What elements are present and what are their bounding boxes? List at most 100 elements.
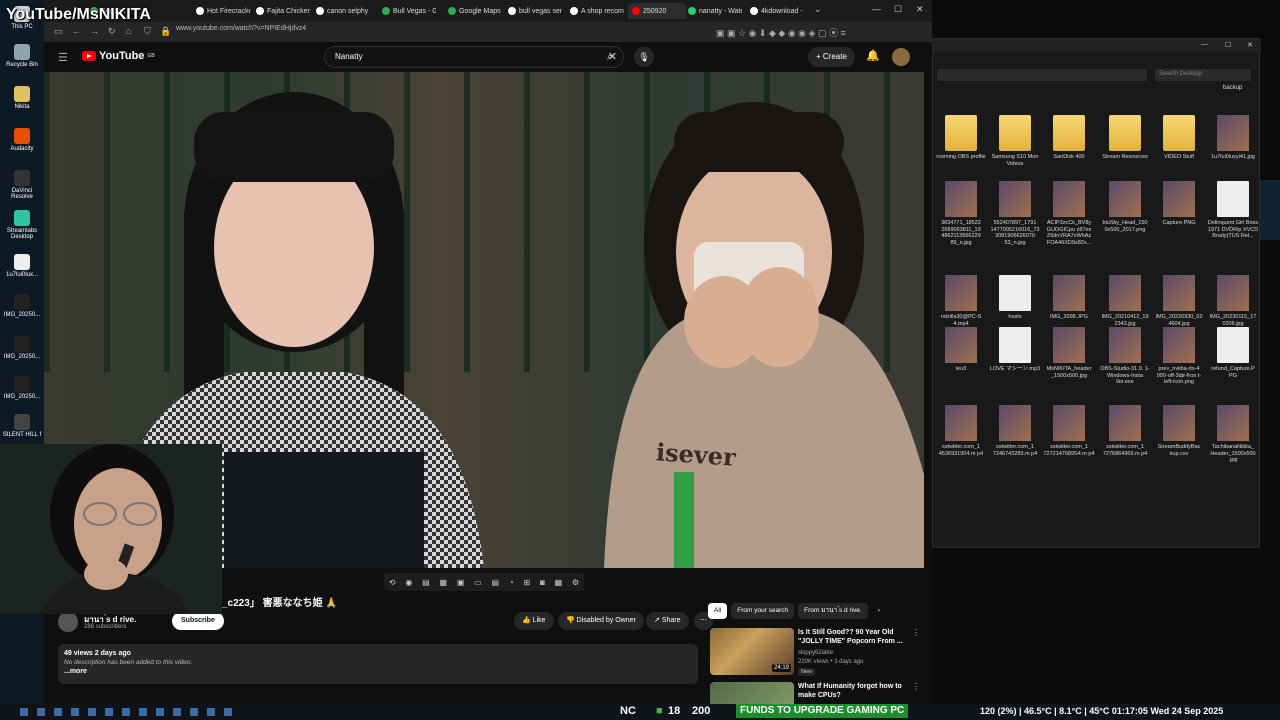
file-item[interactable]: IMG_20210412_19 2343.jpg (1099, 275, 1151, 327)
audio-icon[interactable]: ◉ (405, 578, 412, 587)
browser-tab[interactable]: canon selphy c (312, 3, 370, 19)
close-window-icon[interactable]: ✕ (916, 4, 924, 15)
chip-next-icon[interactable]: › (872, 603, 886, 619)
file-item[interactable]: ACIP3zcCk_BV8y GUOGICpu z87ex Z6dnVRA7xW… (1043, 181, 1095, 246)
kebab-menu-icon[interactable]: ⋮ (912, 628, 920, 637)
mic-icon[interactable]: 🎙 (634, 47, 654, 67)
chip-from-channel[interactable]: From มานา ́s d rive. (798, 603, 868, 619)
maximize-icon[interactable]: ☐ (1225, 41, 1231, 49)
menu-icon[interactable]: ☰ (58, 51, 68, 64)
app-icon[interactable] (37, 708, 45, 716)
kebab-menu-icon[interactable]: ⋮ (912, 682, 920, 691)
tool-icon[interactable]: ▤ (422, 578, 430, 587)
app-icon[interactable] (71, 708, 79, 716)
create-button[interactable]: + Create (808, 47, 855, 67)
desktop-icon[interactable]: Audacity (2, 128, 42, 152)
video-thumbnail[interactable] (710, 682, 794, 704)
app-icon[interactable] (122, 708, 130, 716)
browser-tab[interactable]: 250920 (628, 3, 686, 19)
app-icon[interactable] (156, 708, 164, 716)
explorer-path-bar[interactable] (937, 69, 1147, 81)
desktop-icon[interactable]: Streamlabs Desktop (2, 210, 42, 240)
app-icon[interactable] (20, 708, 28, 716)
desktop-icon[interactable]: IMG_20250... (2, 294, 42, 318)
reload-icon[interactable]: ↻ (108, 26, 116, 37)
file-item[interactable]: Samsung S10 Mon Videos (989, 115, 1041, 167)
file-item[interactable]: Stream Resources (1099, 115, 1151, 161)
tool-icon[interactable]: ⊞ (523, 578, 530, 587)
file-item[interactable]: Capture.PNG (1153, 181, 1205, 227)
file-item[interactable]: hosts (989, 275, 1041, 321)
file-item[interactable]: MsNIKITA_header _1500x500.jpg (1043, 327, 1095, 379)
tool-icon[interactable]: ▤ (492, 578, 500, 587)
browser-tab[interactable]: Bull Vegas - Gi (378, 3, 436, 19)
file-item[interactable]: VIDEO Stuff (1153, 115, 1205, 161)
file-item[interactable]: 1u7lui0luxyi41.jpg (1207, 115, 1259, 161)
browser-tab[interactable]: Fajita Chicken (252, 3, 310, 19)
description-box[interactable]: 49 views 2 days ago No description has b… (58, 644, 698, 684)
desktop-icon[interactable]: SILENT HILL f (2, 414, 42, 438)
browser-tab[interactable]: Google Maps (444, 3, 502, 19)
recommended-video[interactable]: What If Humanity forgot how to make CPUs… (710, 682, 920, 704)
file-item[interactable]: sstwitter.com_1 7246743289.m p4 (989, 405, 1041, 457)
tab-search-icon[interactable]: ⌄ (814, 4, 822, 15)
app-icon[interactable] (105, 708, 113, 716)
recommended-video[interactable]: 24:19 Is It Still Good?? 90 Year Old "JO… (710, 628, 920, 678)
file-item[interactable]: Delinquent Girl Boss 1971 DVDRip XVCD Br… (1207, 181, 1259, 240)
shield-icon[interactable]: ⛉ (144, 26, 151, 37)
browser-tab[interactable]: nanatty - Wate (684, 3, 742, 19)
settings-icon[interactable]: ⚙ (572, 578, 579, 587)
rec-channel[interactable]: skippy62able (798, 650, 833, 656)
loop-icon[interactable]: ⟲ (389, 578, 396, 587)
account-avatar[interactable] (892, 48, 910, 66)
dislike-disabled-button[interactable]: 👎 Disabled by Owner (558, 612, 644, 630)
rec-title[interactable]: What If Humanity forgot how to make CPUs… (798, 682, 906, 700)
file-item[interactable]: 3834771_18522 2689063811_19 486211356622… (935, 181, 987, 246)
app-icon[interactable] (88, 708, 96, 716)
like-button[interactable]: 👍 Like (514, 612, 554, 630)
backup-label[interactable]: backup (1223, 85, 1242, 91)
file-item[interactable]: StreamBuddyBac kup.csv (1153, 405, 1205, 457)
desktop-icon[interactable]: Recycle Bin (2, 44, 42, 68)
chip-all[interactable]: All (708, 603, 728, 619)
home-icon[interactable]: ⌂ (126, 26, 131, 36)
browser-tab[interactable]: A shop recomm (566, 3, 624, 19)
youtube-logo[interactable]: YouTube GB (82, 50, 155, 62)
more-link[interactable]: ...more (64, 668, 692, 675)
chip-from-search[interactable]: From your search (731, 603, 795, 619)
tool-icon[interactable]: ▦ (555, 578, 563, 587)
search-box[interactable]: Nanatty ✕ (324, 46, 624, 68)
file-item[interactable]: refund_Capture.P PG (1207, 327, 1259, 379)
explorer-search-input[interactable]: Search Desktop (1155, 69, 1251, 81)
tool-icon[interactable]: ▭ (474, 578, 482, 587)
subscribe-button[interactable]: Subscribe (172, 612, 224, 630)
maximize-icon[interactable]: ☐ (894, 4, 902, 15)
file-item[interactable]: prev_nvidia-rtx-4 000-off-3qtr-fron t-le… (1153, 327, 1205, 386)
url-input[interactable]: www.youtube.com/watch?v=NPIEdHjdvz4 (176, 25, 306, 32)
file-item[interactable]: IMG_20230115_17 0206.jpg (1207, 275, 1259, 327)
file-item[interactable]: leo3 (935, 327, 987, 373)
file-item[interactable]: 552407897_1791 1477005216016_73 30819066… (989, 181, 1041, 246)
bell-icon[interactable]: 🔔 (866, 49, 880, 62)
minimize-icon[interactable]: — (872, 4, 881, 14)
desktop-icon[interactable]: IMG_20250... (2, 336, 42, 360)
file-item[interactable]: bluSky_Head_150 0x500_2017.png (1099, 181, 1151, 233)
file-item[interactable]: LOVE マシーン.mp3 (989, 327, 1041, 373)
screenshot-icon[interactable]: ◙ (540, 578, 545, 587)
extensions-icon[interactable]: ▣ ▣ ☆ ◉ ⬇ ◆ ◆ ◉ ◉ ◈ ▢ ⦿ ≡ (716, 26, 846, 39)
desktop-icon[interactable]: Nikita (2, 86, 42, 110)
browser-tab[interactable]: 4kdownload - (746, 3, 804, 19)
file-item[interactable]: TachibanaNikita_ Header_1500x500 .jpg (1207, 405, 1259, 464)
file-item[interactable]: sstwitter.com_1 7276864969.m p4 (1099, 405, 1151, 457)
back-icon[interactable]: ← (72, 26, 81, 36)
rec-title[interactable]: Is It Still Good?? 90 Year Old "JOLLY TI… (798, 628, 906, 646)
search-icon[interactable]: ⌕ (596, 46, 624, 68)
close-window-icon[interactable]: ✕ (1247, 41, 1253, 49)
file-item[interactable]: ndzilla30@PC-S 4.mp4 (935, 275, 987, 327)
tool-icon[interactable]: ▣ (457, 578, 465, 587)
browser-tab[interactable]: Hot Firecracke (192, 3, 250, 19)
sidebar-toggle-icon[interactable]: ▭ (54, 26, 63, 37)
desktop-icon[interactable]: IMG_20250... (2, 376, 42, 400)
file-item[interactable]: OBS-Studio-31.0. 1-Windows-Insta ller.ex… (1099, 327, 1151, 386)
desktop-icon[interactable]: 1u7lui0lux... (2, 254, 42, 278)
